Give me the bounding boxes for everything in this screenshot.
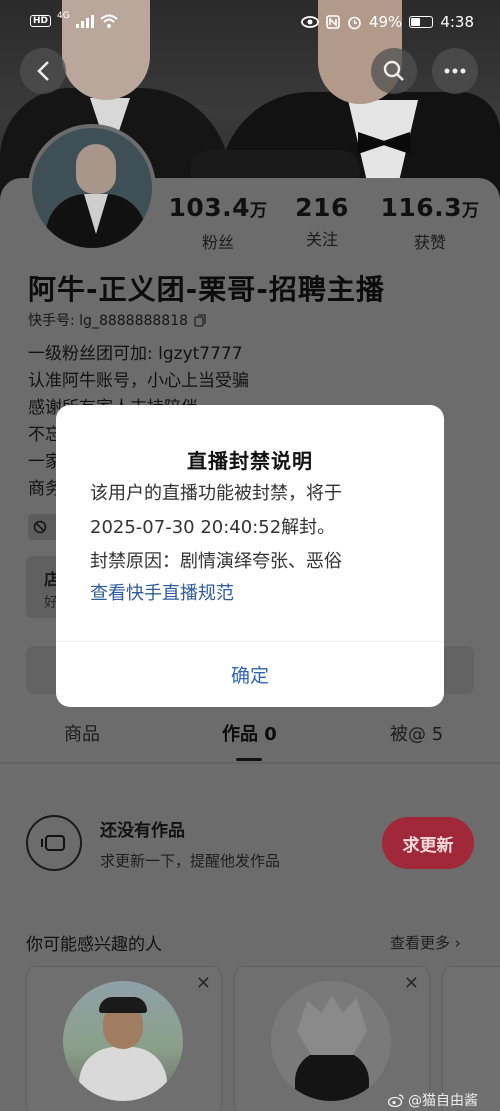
following-count: 216 <box>295 193 349 222</box>
dialog-line: 该用户的直播功能被封禁，将于 <box>90 483 342 504</box>
fans-unit: 万 <box>250 201 268 221</box>
weibo-icon <box>388 1093 404 1107</box>
dialog-title: 直播封禁说明 <box>187 449 313 473</box>
divider <box>0 762 500 764</box>
battery-percent: 49% <box>368 13 403 31</box>
copy-icon[interactable] <box>194 313 207 327</box>
suggestions-title: 你可能感兴趣的人 <box>26 935 162 955</box>
active-tab-indicator <box>236 758 262 761</box>
confirm-button[interactable]: 确定 <box>56 642 444 706</box>
signal-icon <box>75 14 94 28</box>
dialog-line: 封禁原因：剧情演绎夸张、恶俗 <box>90 551 342 572</box>
search-icon <box>383 60 404 81</box>
watermark-text: @猫自由酱 <box>408 1093 478 1109</box>
request-update-button[interactable]: 求更新 <box>382 817 474 869</box>
suggested-user-avatar <box>63 981 183 1101</box>
close-icon[interactable]: ✕ <box>404 973 419 994</box>
profile-stats: 103.4万 粉丝 216 关注 116.3万 获赞 <box>0 194 500 254</box>
empty-works-title: 还没有作品 <box>100 821 185 841</box>
search-button[interactable] <box>371 48 417 94</box>
suggested-user-card[interactable]: ✕ <box>26 966 222 1111</box>
network-type: 4G <box>57 11 70 21</box>
tab-goods[interactable]: 商品 <box>64 720 100 746</box>
suggested-user-avatar <box>271 981 391 1101</box>
video-icon <box>26 815 82 871</box>
ban-notice-dialog: 直播封禁说明 该用户的直播功能被封禁，将于 2025-07-30 20:40:5… <box>56 405 444 707</box>
bio-line: 认准阿牛账号，小心上当受骗 <box>28 371 249 391</box>
back-button[interactable] <box>20 48 66 94</box>
empty-works-subtitle: 求更新一下，提醒他发作品 <box>100 852 281 870</box>
weibo-watermark: @猫自由酱 <box>388 1090 478 1110</box>
kuaishou-id-row[interactable]: 快手号: lg_8888888818 <box>28 310 207 330</box>
profile-name: 阿牛-正义团-栗哥-招聘主播 <box>28 273 385 306</box>
fans-stat[interactable]: 103.4万 粉丝 <box>168 194 268 253</box>
tab-mentions[interactable]: 被@ 5 <box>390 720 443 746</box>
dialog-message: 该用户的直播功能被封禁，将于 2025-07-30 20:40:52解封。 封禁… <box>90 477 430 579</box>
likes-count: 116.3 <box>380 193 463 222</box>
clock: 4:38 <box>440 13 474 31</box>
likes-stat[interactable]: 116.3万 获赞 <box>378 194 482 253</box>
likes-label: 获赞 <box>413 233 446 252</box>
fans-label: 粉丝 <box>201 233 234 252</box>
more-button[interactable] <box>432 48 478 94</box>
status-bar: HD 4G 49% 4:38 <box>0 0 500 46</box>
following-stat[interactable]: 216 关注 <box>282 194 362 250</box>
close-icon[interactable]: ✕ <box>196 973 211 994</box>
fans-count: 103.4 <box>168 193 251 222</box>
hd-badge: HD <box>30 15 52 27</box>
dialog-line: 2025-07-30 20:40:52解封。 <box>90 517 336 538</box>
bio-line: 一级粉丝团可加: lgzyt7777 <box>28 344 243 364</box>
profile-tabs: 商品 作品 0 被@ 5 <box>0 720 500 761</box>
more-dots-icon <box>444 68 466 74</box>
alarm-icon <box>348 16 361 29</box>
following-label: 关注 <box>305 230 338 249</box>
live-rules-link[interactable]: 查看快手直播规范 <box>90 579 234 605</box>
tab-works[interactable]: 作品 0 <box>222 720 277 746</box>
battery-icon <box>409 16 434 28</box>
wifi-icon <box>100 14 118 28</box>
nfc-icon <box>326 15 340 29</box>
ban-icon <box>33 520 47 534</box>
eye-icon <box>301 16 319 28</box>
kuaishou-id: 快手号: lg_8888888818 <box>28 313 189 329</box>
chevron-left-icon <box>37 61 49 81</box>
see-more-link[interactable]: 查看更多 › <box>390 932 461 953</box>
likes-unit: 万 <box>462 201 480 221</box>
